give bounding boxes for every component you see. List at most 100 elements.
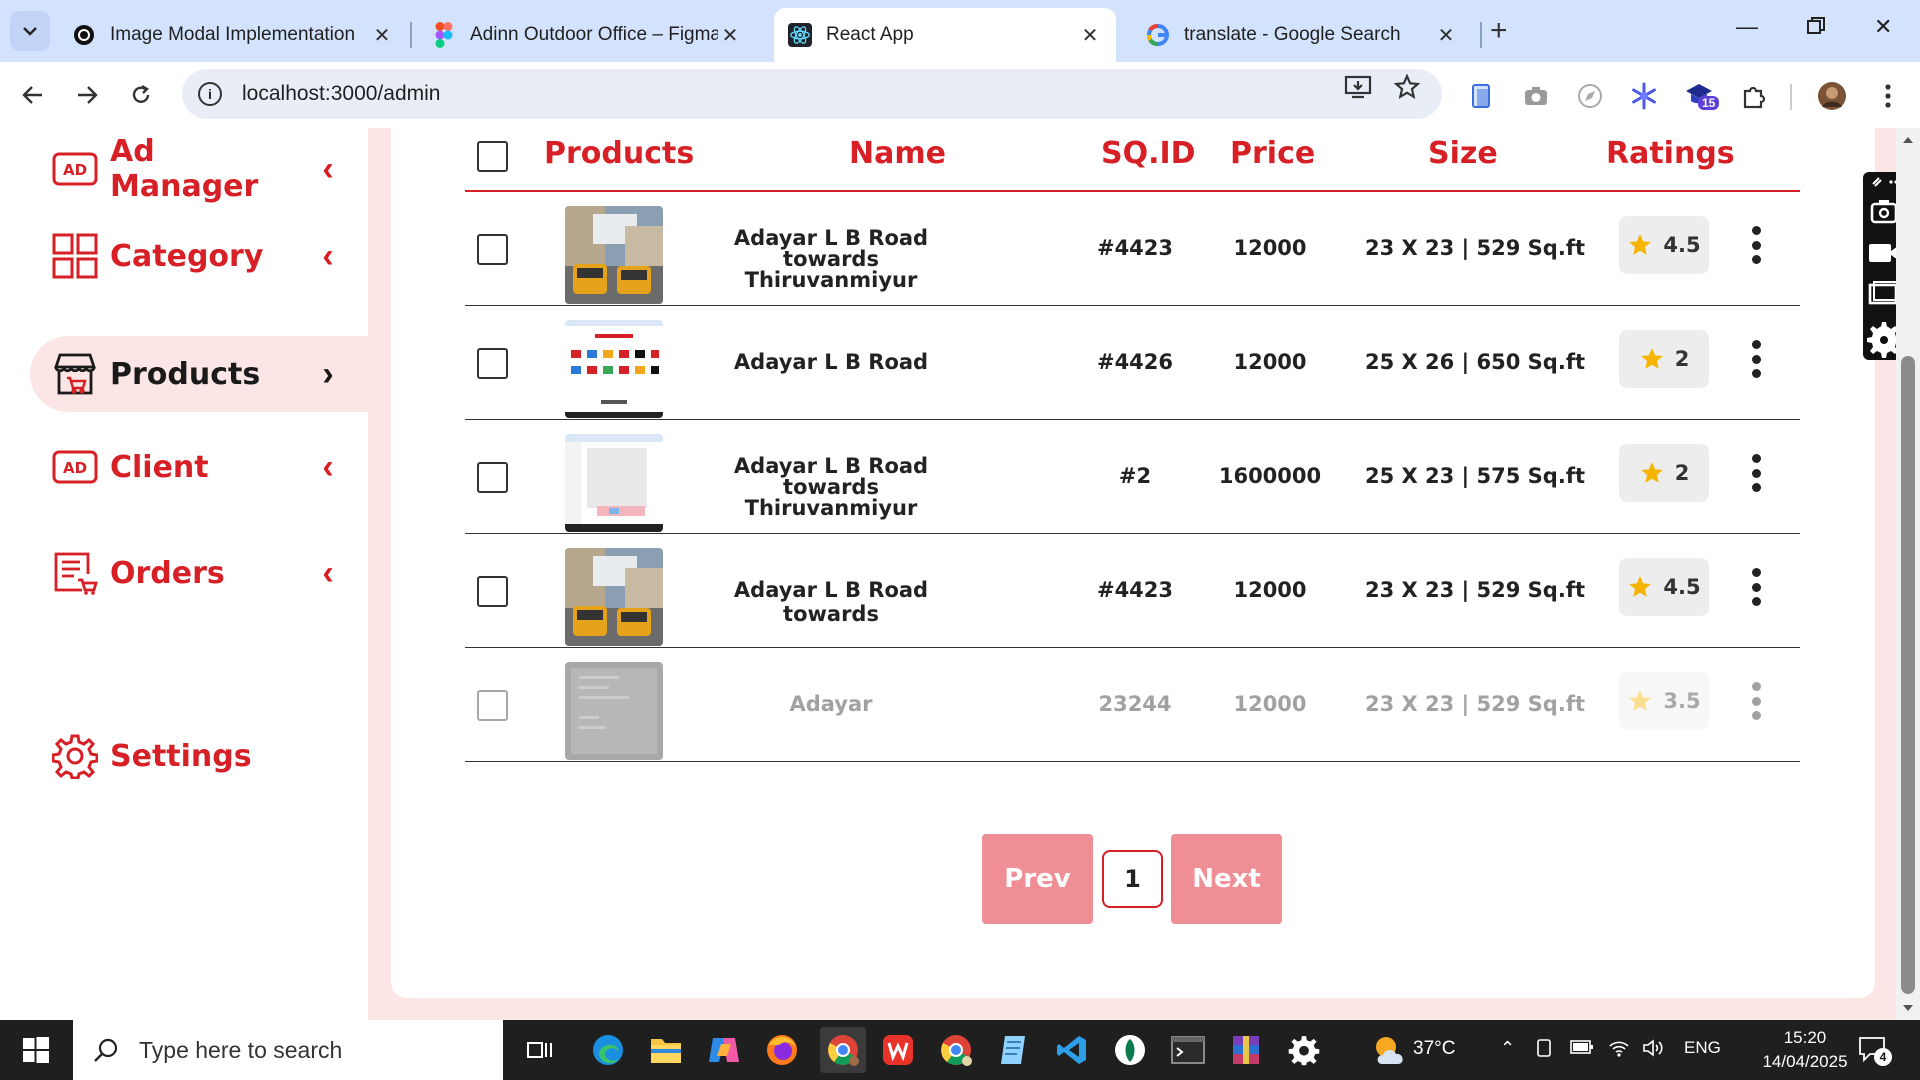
scrollbar-thumb[interactable] <box>1901 356 1915 994</box>
sidebar-item-settings[interactable]: Settings <box>30 718 370 794</box>
minimize-button[interactable]: — <box>1736 14 1758 40</box>
scroll-up-icon <box>1903 137 1913 143</box>
close-tab-icon[interactable]: ✕ <box>1078 23 1102 47</box>
select-all-checkbox[interactable] <box>477 141 508 172</box>
show-hidden-icons[interactable]: ⌃ <box>1500 1038 1515 1059</box>
wps-office-icon[interactable] <box>878 1030 918 1070</box>
rating-badge: 2 <box>1619 444 1709 502</box>
close-window-button[interactable]: ✕ <box>1874 14 1892 40</box>
close-tab-icon[interactable]: ✕ <box>1434 23 1458 47</box>
chrome-app-icon[interactable] <box>820 1027 866 1073</box>
windows-start-icon[interactable] <box>16 1030 56 1070</box>
row-checkbox[interactable] <box>477 576 508 607</box>
snowflake-extension-icon[interactable] <box>1628 80 1660 112</box>
reload-button[interactable] <box>124 78 158 112</box>
product-price: 12000 <box>1233 692 1307 716</box>
tab-search-button[interactable] <box>10 11 50 51</box>
notification-center-icon[interactable]: 4 <box>1858 1036 1892 1068</box>
edge-browser-icon[interactable] <box>588 1030 628 1070</box>
row-checkbox[interactable] <box>477 462 508 493</box>
profile-avatar[interactable] <box>1816 80 1848 112</box>
row-actions-icon[interactable] <box>1751 454 1761 492</box>
terminal-icon[interactable] <box>1168 1030 1208 1070</box>
language-indicator[interactable]: ENG <box>1684 1038 1721 1058</box>
tab-figma[interactable]: Adinn Outdoor Office – Figma ✕ <box>418 8 756 62</box>
url-text: localhost:3000/admin <box>242 82 441 105</box>
address-bar[interactable]: i localhost:3000/admin <box>182 69 1442 119</box>
sidebar-item-client[interactable]: AD Client ‹ <box>30 429 370 505</box>
camera-extension-icon[interactable] <box>1520 80 1552 112</box>
row-actions-icon[interactable] <box>1751 340 1761 378</box>
weather-temperature[interactable]: 37°C <box>1413 1038 1455 1060</box>
sidebar-item-ad-manager[interactable]: AD Ad Manager ‹ <box>30 131 370 207</box>
taskbar-search-box[interactable]: Type here to search <box>73 1020 503 1080</box>
clock[interactable]: 15:20 14/04/2025 <box>1760 1028 1850 1072</box>
next-page-button[interactable]: Next <box>1171 834 1282 924</box>
product-thumbnail[interactable] <box>565 548 663 646</box>
file-explorer-icon[interactable] <box>646 1030 686 1070</box>
battery-icon[interactable] <box>1570 1038 1594 1062</box>
leaf-app-icon[interactable] <box>1110 1030 1150 1070</box>
star-icon <box>1640 348 1663 369</box>
puzzle-extensions-icon[interactable] <box>1738 80 1770 112</box>
new-tab-button[interactable]: + <box>1490 14 1508 48</box>
browser-menu-icon[interactable] <box>1872 80 1904 112</box>
arrow-left-icon <box>22 86 42 104</box>
row-checkbox[interactable] <box>477 348 508 379</box>
row-actions-icon[interactable] <box>1751 568 1761 606</box>
product-name: Adayar <box>789 692 873 716</box>
forward-button[interactable] <box>70 78 104 112</box>
row-actions-icon[interactable] <box>1751 226 1761 264</box>
clock-time: 15:20 <box>1783 1028 1827 1047</box>
sidebar-item-category[interactable]: Category ‹ <box>30 218 370 294</box>
tab-image-modal[interactable]: Image Modal Implementation ✕ <box>58 8 408 62</box>
row-actions-icon[interactable] <box>1751 682 1761 720</box>
table-row: Adayar L B Road towards #4423 12000 23 X… <box>465 534 1800 648</box>
tray-tablet-icon[interactable] <box>1534 1038 1554 1064</box>
product-price: 12000 <box>1233 350 1307 374</box>
sidebar-item-label: Orders <box>110 555 225 591</box>
product-thumbnail[interactable] <box>565 206 663 304</box>
volume-icon[interactable] <box>1642 1038 1664 1064</box>
sidebar-item-products[interactable]: Products › <box>30 336 370 412</box>
copilot-icon[interactable] <box>704 1030 744 1070</box>
rating-badge: 3.5 <box>1619 672 1709 730</box>
compass-extension-icon[interactable] <box>1574 80 1606 112</box>
product-size: 23 X 23 | 529 Sq.ft <box>1364 236 1585 260</box>
page-scrollbar[interactable] <box>1896 128 1920 1020</box>
windows-taskbar: Type here to search 37°C ⌃ ENG 15:20 14/… <box>0 1020 1920 1080</box>
close-tab-icon[interactable]: ✕ <box>370 23 394 47</box>
product-thumbnail[interactable] <box>565 320 663 418</box>
chevron-left-icon: ‹ <box>322 149 334 188</box>
page-number-button[interactable]: 1 <box>1102 850 1163 908</box>
vscode-icon[interactable] <box>1052 1030 1092 1070</box>
site-info-icon[interactable]: i <box>198 82 222 106</box>
row-checkbox[interactable] <box>477 690 508 721</box>
sidebar-item-orders[interactable]: Orders ‹ <box>30 535 370 611</box>
row-checkbox[interactable] <box>477 234 508 265</box>
product-thumbnail[interactable] <box>565 662 663 760</box>
chrome-profile-icon[interactable] <box>936 1030 976 1070</box>
firefox-icon[interactable] <box>762 1030 802 1070</box>
task-view-icon[interactable] <box>520 1030 560 1070</box>
prev-page-button[interactable]: Prev <box>982 834 1093 924</box>
tab-react-app[interactable]: React App ✕ <box>774 8 1116 62</box>
settings-gear-icon[interactable] <box>1284 1030 1324 1070</box>
tab-google-search[interactable]: translate - Google Search ✕ <box>1132 8 1472 62</box>
close-tab-icon[interactable]: ✕ <box>718 23 742 47</box>
restore-button[interactable] <box>1806 16 1826 42</box>
weather-icon[interactable] <box>1370 1030 1410 1070</box>
winrar-icon[interactable] <box>1226 1030 1266 1070</box>
extension-doc-icon[interactable] <box>1466 80 1498 112</box>
product-size: 25 X 26 | 650 Sq.ft <box>1364 350 1585 374</box>
install-app-icon[interactable] <box>1344 74 1372 107</box>
figma-icon <box>432 22 456 48</box>
bookmark-star-icon[interactable] <box>1393 73 1421 107</box>
product-thumbnail[interactable] <box>565 434 663 532</box>
back-button[interactable] <box>16 78 50 112</box>
wifi-icon[interactable] <box>1608 1038 1630 1064</box>
product-sqid: #2 <box>1118 464 1152 488</box>
notepad-icon[interactable] <box>994 1030 1034 1070</box>
graduation-cap-extension-icon[interactable]: 15 <box>1684 80 1720 112</box>
orders-icon <box>52 550 98 596</box>
